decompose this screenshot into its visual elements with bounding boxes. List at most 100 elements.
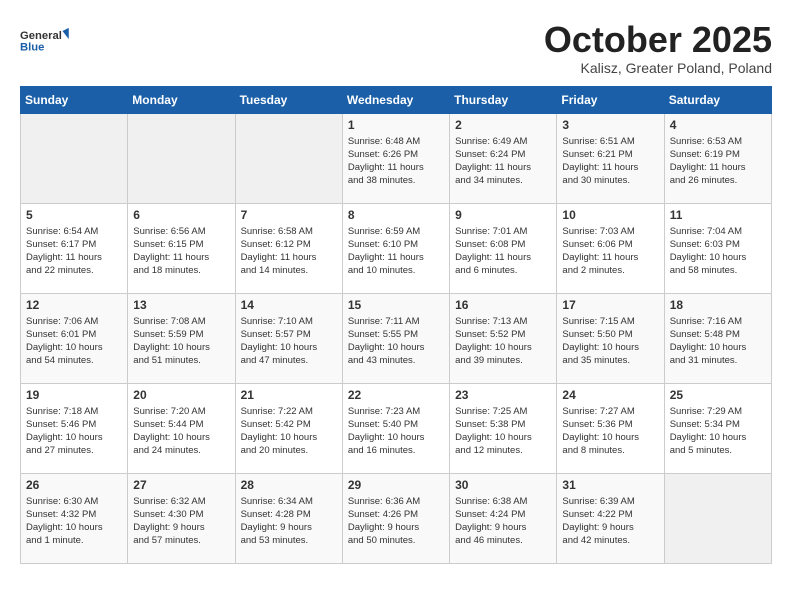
day-info: Sunrise: 6:32 AM Sunset: 4:30 PM Dayligh… [133,495,229,548]
col-header-wednesday: Wednesday [342,86,449,113]
day-number: 16 [455,298,551,312]
day-number: 19 [26,388,122,402]
day-number: 28 [241,478,337,492]
day-number: 2 [455,118,551,132]
calendar-cell: 21 Sunrise: 7:22 AM Sunset: 5:42 PM Dayli… [235,383,342,473]
day-number: 18 [670,298,766,312]
day-number: 23 [455,388,551,402]
day-number: 20 [133,388,229,402]
calendar-cell: 9Sunrise: 7:01 AM Sunset: 6:08 PM Daylig… [450,203,557,293]
day-number: 30 [455,478,551,492]
calendar-cell [235,113,342,203]
day-number: 12 [26,298,122,312]
day-info: Sunrise: 7:20 AM Sunset: 5:44 PM Dayligh… [133,405,229,458]
day-info: Sunrise: 7:10 AM Sunset: 5:57 PM Dayligh… [241,315,337,368]
day-number: 17 [562,298,658,312]
day-number: 26 [26,478,122,492]
calendar-cell: 22 Sunrise: 7:23 AM Sunset: 5:40 PM Dayli… [342,383,449,473]
day-info: Sunrise: 7:27 AM Sunset: 5:36 PM Dayligh… [562,405,658,458]
week-row-5: 26 Sunrise: 6:30 AM Sunset: 4:32 PM Dayli… [21,473,772,563]
day-number: 7 [241,208,337,222]
calendar-cell: 29 Sunrise: 6:36 AM Sunset: 4:26 PM Dayli… [342,473,449,563]
day-number: 8 [348,208,444,222]
calendar-cell: 23 Sunrise: 7:25 AM Sunset: 5:38 PM Dayli… [450,383,557,473]
calendar-cell: 28 Sunrise: 6:34 AM Sunset: 4:28 PM Dayli… [235,473,342,563]
week-row-2: 5 Sunrise: 6:54 AM Sunset: 6:17 PM Daylig… [21,203,772,293]
day-info: Sunrise: 7:06 AM Sunset: 6:01 PM Dayligh… [26,315,122,368]
col-header-saturday: Saturday [664,86,771,113]
calendar-cell: 10 Sunrise: 7:03 AM Sunset: 6:06 PM Dayli… [557,203,664,293]
title-block: October 2025 Kalisz, Greater Poland, Pol… [544,20,772,76]
calendar-cell: 17 Sunrise: 7:15 AM Sunset: 5:50 PM Dayli… [557,293,664,383]
col-header-friday: Friday [557,86,664,113]
week-row-3: 12 Sunrise: 7:06 AM Sunset: 6:01 PM Dayli… [21,293,772,383]
day-info: Sunrise: 6:36 AM Sunset: 4:26 PM Dayligh… [348,495,444,548]
day-number: 22 [348,388,444,402]
day-number: 11 [670,208,766,222]
col-header-sunday: Sunday [21,86,128,113]
week-row-4: 19 Sunrise: 7:18 AM Sunset: 5:46 PM Dayli… [21,383,772,473]
calendar-cell: 16Sunrise: 7:13 AM Sunset: 5:52 PM Dayli… [450,293,557,383]
day-info: Sunrise: 7:29 AM Sunset: 5:34 PM Dayligh… [670,405,766,458]
day-info: Sunrise: 6:34 AM Sunset: 4:28 PM Dayligh… [241,495,337,548]
day-number: 15 [348,298,444,312]
logo-svg: General Blue [20,20,70,62]
calendar-header-row: SundayMondayTuesdayWednesdayThursdayFrid… [21,86,772,113]
day-number: 31 [562,478,658,492]
col-header-monday: Monday [128,86,235,113]
calendar-cell: 15Sunrise: 7:11 AM Sunset: 5:55 PM Dayli… [342,293,449,383]
day-info: Sunrise: 6:53 AM Sunset: 6:19 PM Dayligh… [670,135,766,188]
page-header: General Blue October 2025 Kalisz, Greate… [20,20,772,76]
calendar-cell: 12 Sunrise: 7:06 AM Sunset: 6:01 PM Dayli… [21,293,128,383]
day-info: Sunrise: 7:18 AM Sunset: 5:46 PM Dayligh… [26,405,122,458]
day-number: 25 [670,388,766,402]
svg-text:General: General [20,30,62,42]
day-info: Sunrise: 7:03 AM Sunset: 6:06 PM Dayligh… [562,225,658,278]
calendar-cell: 7 Sunrise: 6:58 AM Sunset: 6:12 PM Daylig… [235,203,342,293]
day-number: 14 [241,298,337,312]
day-info: Sunrise: 7:23 AM Sunset: 5:40 PM Dayligh… [348,405,444,458]
day-info: Sunrise: 6:48 AM Sunset: 6:26 PM Dayligh… [348,135,444,188]
day-info: Sunrise: 6:49 AM Sunset: 6:24 PM Dayligh… [455,135,551,188]
calendar-cell: 6 Sunrise: 6:56 AM Sunset: 6:15 PM Daylig… [128,203,235,293]
day-number: 1 [348,118,444,132]
calendar-cell: 13 Sunrise: 7:08 AM Sunset: 5:59 PM Dayli… [128,293,235,383]
col-header-thursday: Thursday [450,86,557,113]
calendar-cell: 4Sunrise: 6:53 AM Sunset: 6:19 PM Daylig… [664,113,771,203]
day-info: Sunrise: 7:08 AM Sunset: 5:59 PM Dayligh… [133,315,229,368]
day-info: Sunrise: 6:38 AM Sunset: 4:24 PM Dayligh… [455,495,551,548]
day-number: 5 [26,208,122,222]
calendar-cell: 2 Sunrise: 6:49 AM Sunset: 6:24 PM Daylig… [450,113,557,203]
calendar-cell: 27 Sunrise: 6:32 AM Sunset: 4:30 PM Dayli… [128,473,235,563]
day-info: Sunrise: 6:56 AM Sunset: 6:15 PM Dayligh… [133,225,229,278]
calendar-cell: 14 Sunrise: 7:10 AM Sunset: 5:57 PM Dayli… [235,293,342,383]
week-row-1: 1 Sunrise: 6:48 AM Sunset: 6:26 PM Daylig… [21,113,772,203]
day-info: Sunrise: 7:22 AM Sunset: 5:42 PM Dayligh… [241,405,337,458]
calendar-cell [664,473,771,563]
day-info: Sunrise: 6:54 AM Sunset: 6:17 PM Dayligh… [26,225,122,278]
month-title: October 2025 [544,20,772,60]
calendar-cell: 11Sunrise: 7:04 AM Sunset: 6:03 PM Dayli… [664,203,771,293]
day-number: 3 [562,118,658,132]
calendar-cell: 18Sunrise: 7:16 AM Sunset: 5:48 PM Dayli… [664,293,771,383]
calendar-cell [128,113,235,203]
day-info: Sunrise: 6:59 AM Sunset: 6:10 PM Dayligh… [348,225,444,278]
day-number: 29 [348,478,444,492]
calendar-cell: 24Sunrise: 7:27 AM Sunset: 5:36 PM Dayli… [557,383,664,473]
day-info: Sunrise: 7:01 AM Sunset: 6:08 PM Dayligh… [455,225,551,278]
logo: General Blue [20,20,70,62]
day-number: 27 [133,478,229,492]
day-number: 6 [133,208,229,222]
calendar-cell: 31 Sunrise: 6:39 AM Sunset: 4:22 PM Dayli… [557,473,664,563]
day-info: Sunrise: 7:15 AM Sunset: 5:50 PM Dayligh… [562,315,658,368]
day-info: Sunrise: 6:58 AM Sunset: 6:12 PM Dayligh… [241,225,337,278]
col-header-tuesday: Tuesday [235,86,342,113]
day-number: 21 [241,388,337,402]
day-number: 13 [133,298,229,312]
day-number: 10 [562,208,658,222]
day-info: Sunrise: 6:30 AM Sunset: 4:32 PM Dayligh… [26,495,122,548]
calendar-cell: 25 Sunrise: 7:29 AM Sunset: 5:34 PM Dayli… [664,383,771,473]
calendar-cell: 20 Sunrise: 7:20 AM Sunset: 5:44 PM Dayli… [128,383,235,473]
day-info: Sunrise: 7:25 AM Sunset: 5:38 PM Dayligh… [455,405,551,458]
day-info: Sunrise: 6:39 AM Sunset: 4:22 PM Dayligh… [562,495,658,548]
